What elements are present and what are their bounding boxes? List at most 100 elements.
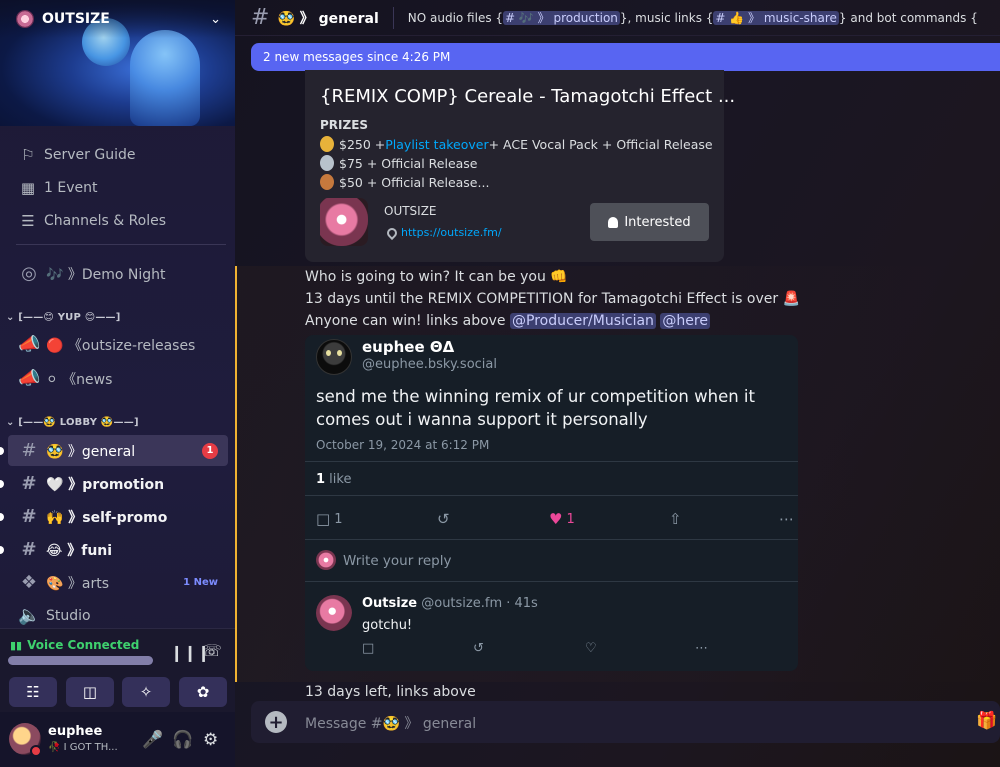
reply-meta: @outsize.fm · 41s <box>417 596 538 611</box>
activities-button[interactable]: ✧ <box>122 677 170 707</box>
author-name[interactable]: euphee ΘΔ <box>362 338 454 356</box>
bell-icon <box>608 216 619 228</box>
calendar-icon: ▦ <box>20 178 36 197</box>
event-organizer: OUTSIZE <box>384 204 437 218</box>
channel-self-promo[interactable]: # 🙌 》self-promo <box>8 501 228 532</box>
reply-author[interactable]: Outsize @outsize.fm · 41s <box>362 596 538 611</box>
likes-word: like <box>325 472 352 487</box>
channel-arts[interactable]: ❖ 🎨 》arts 1 New <box>8 567 228 598</box>
hash-icon: # <box>21 539 37 560</box>
unread-pill <box>0 546 4 554</box>
category-chevron-icon: ⌄ <box>6 312 19 323</box>
microphone-icon[interactable]: 🎤 <box>142 730 163 750</box>
events-label: 1 Event <box>44 179 98 196</box>
voice-channel-name-redacted <box>8 656 153 665</box>
avatar-eyes <box>326 350 342 356</box>
channel-demo-night[interactable]: ◎ 🎶 》Demo Night <box>8 258 228 289</box>
role-mention[interactable]: @Producer/Musician <box>510 313 656 329</box>
server-name: OUTSIZE <box>42 11 110 27</box>
like-action[interactable]: ♥ 1 <box>549 510 575 528</box>
divider <box>305 539 798 540</box>
voice-panel: ▮▮ Voice Connected ❙❙❙ ☏ ☷ ◫ ✧ ✿ <box>0 628 235 712</box>
repost-action[interactable]: ↺ <box>437 510 454 528</box>
prize-text: $75 + Official Release <box>339 155 478 171</box>
soundboard-button[interactable]: ✿ <box>179 677 227 707</box>
prize-link[interactable]: Playlist takeover <box>385 137 488 152</box>
megaphone-icon: 📣 <box>18 368 41 389</box>
message-text: 13 days until the REMIX COMPETITION for … <box>305 291 800 307</box>
more-icon[interactable]: ⋯ <box>695 641 708 656</box>
channel-label: 🤍 》promotion <box>46 476 165 493</box>
channel-news[interactable]: 📣 ⚪ 《news <box>8 363 228 394</box>
gift-icon[interactable]: 🎁 <box>976 711 997 731</box>
interested-button[interactable]: Interested <box>590 203 709 241</box>
divider <box>305 461 798 462</box>
screen-share-button[interactable]: ◫ <box>66 677 114 707</box>
headphones-icon[interactable]: 🎧 <box>172 730 193 750</box>
chevron-down-icon[interactable]: ⌄ <box>210 12 221 27</box>
server-guide-label: Server Guide <box>44 146 136 163</box>
more-action[interactable]: ⋯ <box>779 510 798 528</box>
topic-channel-mention[interactable]: # 🎶 》 production <box>503 11 620 25</box>
add-attachment-button[interactable]: + <box>265 711 287 733</box>
comment-icon[interactable]: □ <box>362 641 374 656</box>
channel-promotion[interactable]: # 🤍 》promotion <box>8 468 228 499</box>
heart-outline-icon[interactable]: ♡ <box>585 641 597 656</box>
channel-funi[interactable]: # 😂 》funi <box>8 534 228 565</box>
topic-channel-mention[interactable]: # 👍 》 music-share <box>713 11 839 25</box>
user-name[interactable]: euphee <box>48 724 102 739</box>
channel-label: 🥸 》general <box>46 443 136 460</box>
channel-topic[interactable]: NO audio files {# 🎶 》 production}, music… <box>408 9 978 26</box>
dnd-status-icon <box>30 745 42 757</box>
prize-text: $50 + Official Release... <box>339 174 490 190</box>
here-mention[interactable]: @here <box>660 313 710 329</box>
channel-outsize-releases[interactable]: 📣 🔴 《outsize-releases <box>8 329 228 360</box>
megaphone-icon: 📣 <box>18 334 41 355</box>
user-custom-status: 🥀 I GOT TH... <box>48 742 118 753</box>
category-yup[interactable]: ⌄ [——😊 YUP 😊——] <box>6 312 121 323</box>
category-label: [——😊 YUP 😊——] <box>18 312 121 323</box>
reply-action[interactable]: □ 1 <box>316 510 342 528</box>
category-chevron-icon: ⌄ <box>6 417 19 428</box>
reply-author-avatar[interactable] <box>316 595 352 631</box>
speaker-icon: 🔈 <box>18 605 41 626</box>
gold-medal-icon <box>320 136 334 152</box>
events-item[interactable]: ▦ 1 Event <box>8 171 228 204</box>
repost-icon[interactable]: ↺ <box>473 641 484 656</box>
event-website-link[interactable]: https://outsize.fm/ <box>401 226 502 239</box>
reply-input[interactable]: Write your reply <box>343 553 451 569</box>
channel-title: 🥸 》 general <box>277 10 379 27</box>
new-posts-badge: 1 New <box>183 577 218 588</box>
event-location[interactable]: https://outsize.fm/ <box>384 225 502 240</box>
voice-status-label: Voice Connected <box>27 638 140 652</box>
category-lobby[interactable]: ⌄ [——🥸 LOBBY 🥸——] <box>6 417 139 428</box>
disconnect-icon[interactable]: ☏ <box>202 641 222 660</box>
event-title[interactable]: {REMIX COMP} Cereale - Tamagotchi Effect… <box>320 86 735 107</box>
message-composer[interactable]: + Message #🥸 》 general 🎁 <box>251 701 1000 743</box>
silver-medal-icon <box>320 155 334 171</box>
bronze-medal-icon <box>320 174 334 190</box>
channel-label: ⚪ 《news <box>46 371 113 388</box>
server-header[interactable]: OUTSIZE ⌄ <box>0 0 235 38</box>
channels-roles-item[interactable]: ☰ Channels & Roles <box>8 204 228 237</box>
settings-gear-icon[interactable]: ⚙ <box>203 730 218 750</box>
author-handle[interactable]: @euphee.bsky.social <box>362 357 497 372</box>
channel-general[interactable]: # 🥸 》general 1 <box>8 435 228 466</box>
hash-icon: # <box>251 5 270 30</box>
server-guide-item[interactable]: ⚐ Server Guide <box>8 138 228 171</box>
banner-art-figure <box>130 30 200 126</box>
new-messages-bar[interactable]: 2 new messages since 4:26 PM <box>251 43 1000 71</box>
message-input[interactable]: Message #🥸 》 general <box>305 713 476 733</box>
likes-count[interactable]: 1 like <box>316 472 351 487</box>
channel-studio[interactable]: 🔈 Studio <box>8 600 228 631</box>
voice-status[interactable]: ▮▮ Voice Connected <box>10 638 139 652</box>
event-embed: {REMIX COMP} Cereale - Tamagotchi Effect… <box>305 70 735 262</box>
author-avatar[interactable] <box>316 339 352 375</box>
comment-icon: □ <box>316 510 331 528</box>
camera-off-button[interactable]: ☷ <box>9 677 57 707</box>
prize-1: $250 + Playlist takeover + ACE Vocal Pac… <box>320 136 713 152</box>
signpost-icon: ⚐ <box>21 145 35 164</box>
unread-pill <box>0 513 4 521</box>
share-action[interactable]: ⇧ <box>669 510 686 528</box>
organizer-logo[interactable] <box>320 198 368 246</box>
